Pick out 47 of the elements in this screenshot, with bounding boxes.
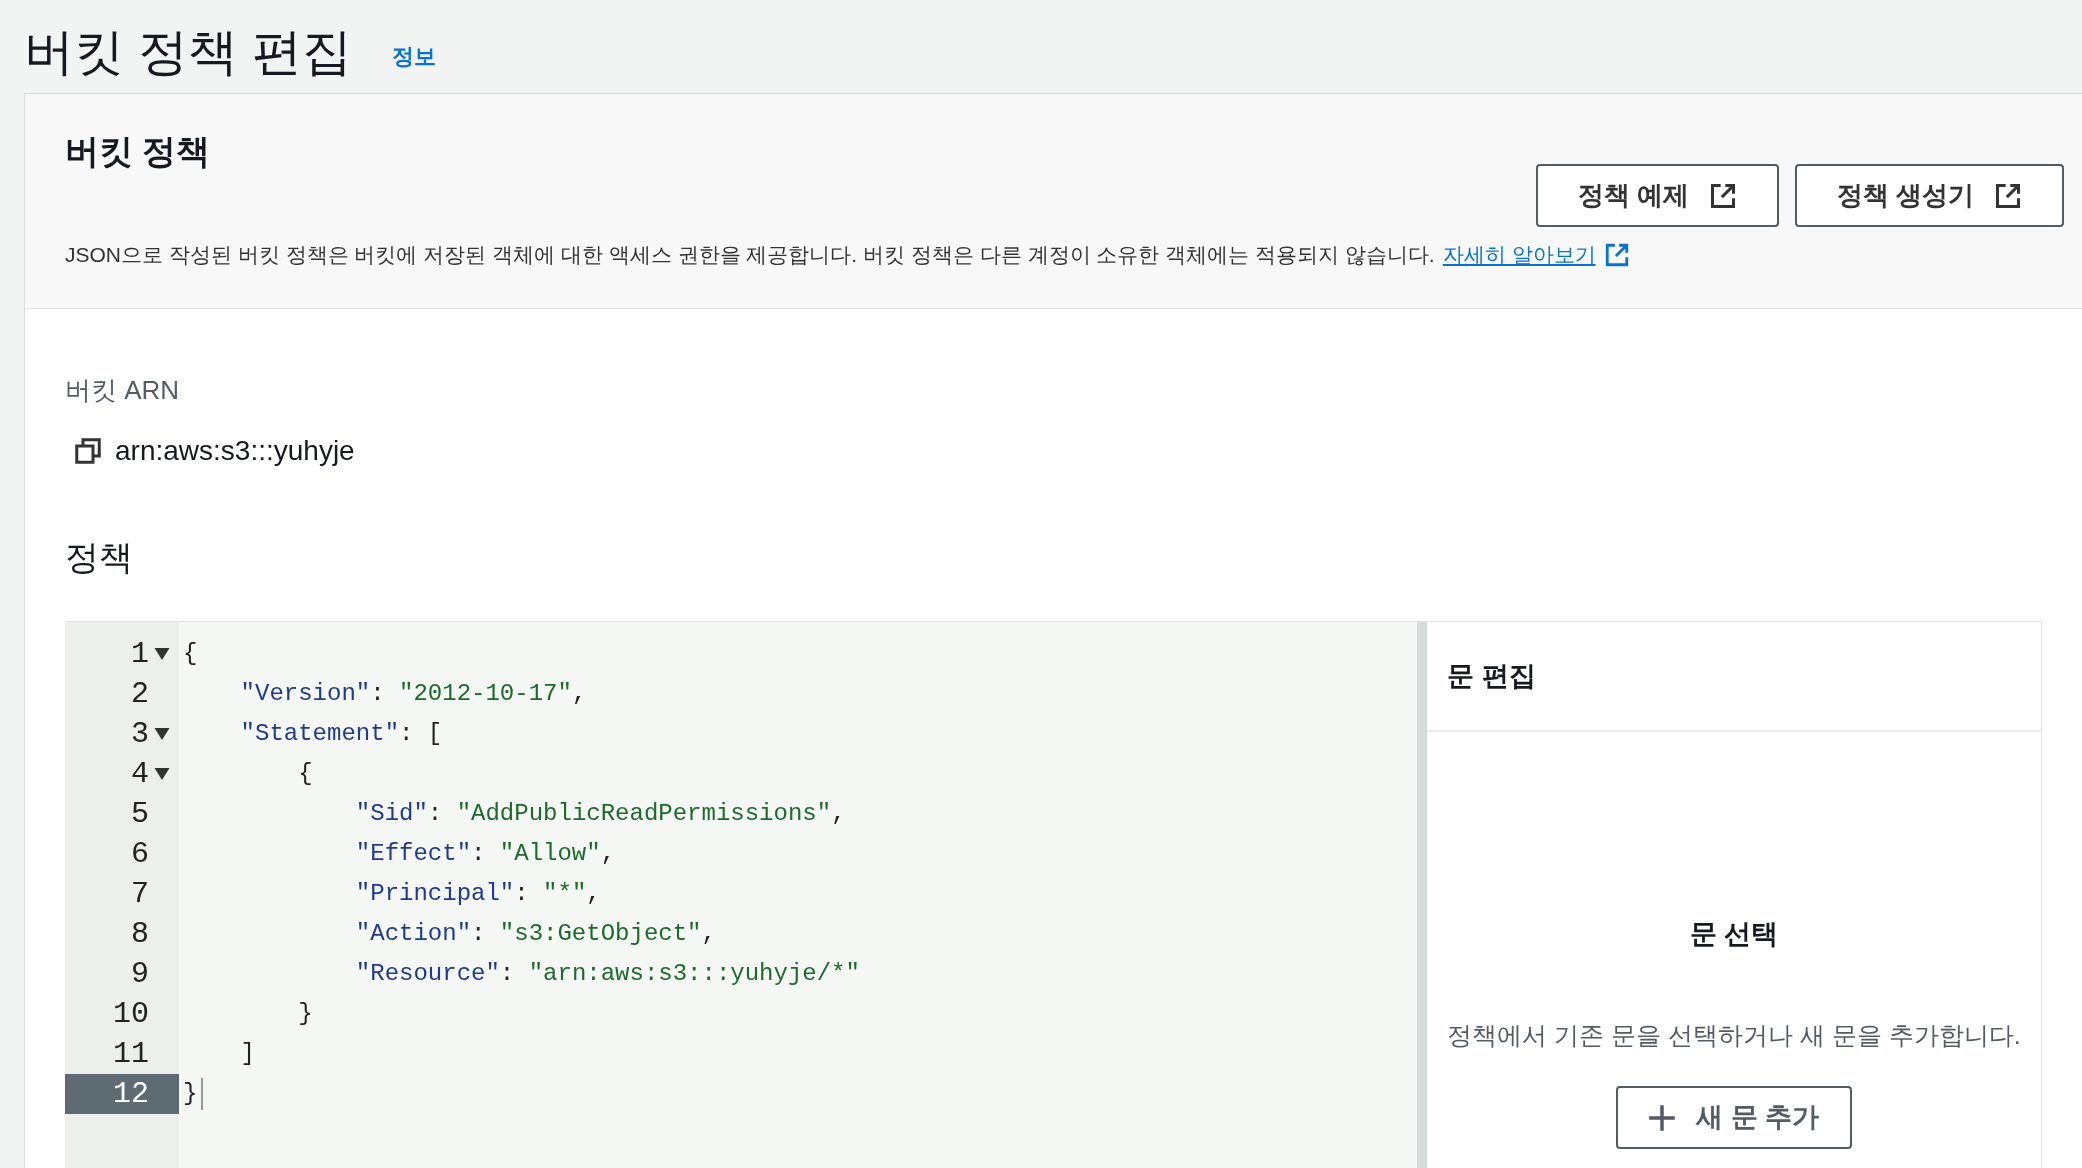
external-link-icon [1994, 181, 2022, 210]
line-number: 10 [112, 995, 150, 1033]
code-line: "Version": "2012-10-17", [239, 679, 588, 709]
code-line: } [297, 999, 314, 1029]
line-number: 8 [130, 915, 150, 953]
code-line: } [183, 1074, 860, 1114]
line-number: 2 [130, 675, 150, 713]
copy-icon[interactable] [73, 436, 103, 466]
line-number: 7 [130, 875, 150, 913]
code-line: "Sid": "AddPublicReadPermissions", [354, 799, 847, 829]
fold-arrow-icon[interactable] [154, 768, 170, 780]
code-line: "Action": "s3:GetObject", [354, 919, 717, 949]
line-number: 1 [65, 634, 179, 674]
external-link-button[interactable]: 정책 생성기 [1794, 164, 2064, 227]
learn-more-link[interactable]: 자세히 알아보기 [1442, 239, 1630, 271]
line-number: 12 [65, 1074, 179, 1114]
code-line: "Principal": "*", [354, 879, 602, 909]
arn-label: 버킷 ARN [65, 374, 181, 407]
line-number: 9 [130, 955, 150, 993]
line-number: 6 [130, 835, 150, 873]
external-link-button[interactable]: 정책 예제 [1535, 164, 1779, 227]
line-number: 11 [112, 1035, 150, 1073]
line-number: 3 [65, 714, 179, 754]
line-number: 5 [130, 795, 150, 833]
external-link-icon [1708, 181, 1737, 210]
plus-icon [1648, 1103, 1677, 1132]
text-cursor [201, 1078, 204, 1110]
info-link[interactable]: 정보 [391, 40, 436, 73]
external-link-icon [1603, 241, 1630, 268]
code-line: ] [239, 1039, 256, 1069]
add-statement-button[interactable]: 새 문 추가 [1616, 1086, 1852, 1149]
empty-state-title: 문 선택 [1689, 918, 1779, 951]
card-description: JSON으로 작성된 버킷 정책은 버킷에 저장된 객체에 대한 액세스 권한을 제공합니다. 버킷 정책은 다른 계정이 소유한 객체에는 적용되지 않습니다. [65, 242, 1435, 268]
panel-title: 문 편집 [1447, 659, 1536, 693]
code-line: { [183, 639, 199, 669]
line-number: 4 [65, 754, 179, 794]
policy-label: 정책 [65, 537, 134, 578]
code-line: "Resource": "arn:aws:s3:::yuhyje/*" [354, 959, 860, 989]
arn-value: arn:aws:s3:::yuhyje [115, 434, 355, 468]
code-line: "Statement": [ [239, 719, 444, 749]
card-title: 버킷 정책 [65, 131, 212, 172]
code-line: { [297, 759, 314, 789]
page-title: 버킷 정책 편집 [24, 27, 352, 77]
fold-arrow-icon[interactable] [154, 648, 170, 660]
code-line: "Effect": "Allow", [354, 839, 617, 869]
empty-state-text: 정책에서 기존 문을 선택하거나 새 문을 추가합니다. [1447, 1019, 2021, 1051]
fold-arrow-icon[interactable] [154, 728, 170, 740]
